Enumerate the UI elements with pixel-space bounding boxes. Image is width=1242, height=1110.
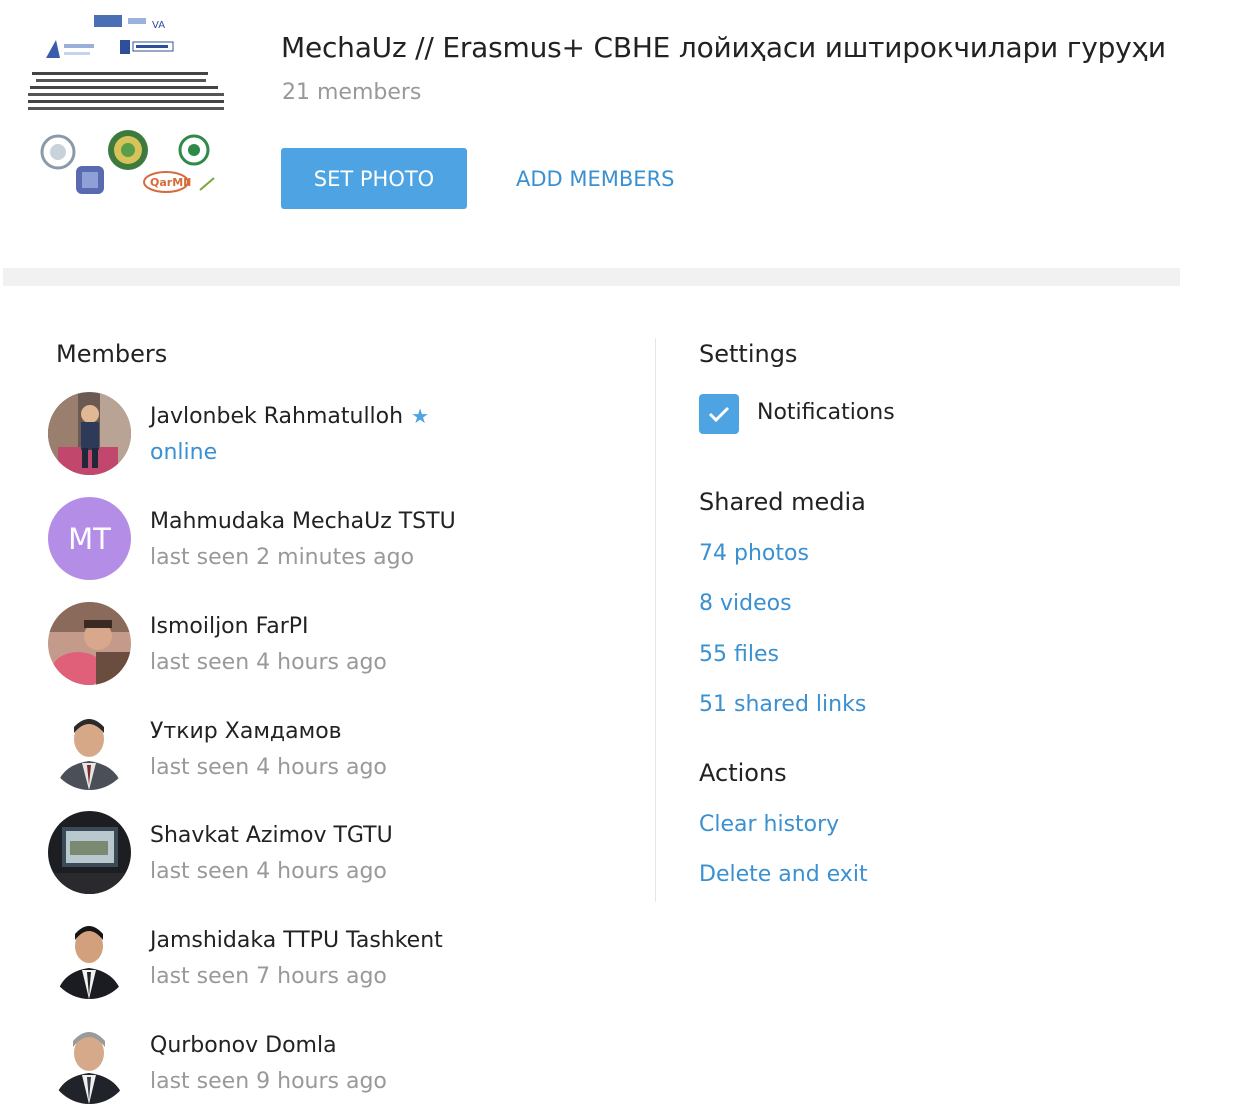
- member-status: online: [150, 440, 218, 465]
- member-item[interactable]: MT Mahmudaka MechaUz TSTU last seen 2 mi…: [48, 497, 608, 581]
- svg-text:QarMII: QarMII: [150, 176, 191, 189]
- member-name: Jamshidaka TTPU Tashkent: [150, 928, 443, 953]
- member-item[interactable]: Shavkat Azimov TGTU last seen 4 hours ag…: [48, 811, 608, 895]
- add-members-button[interactable]: ADD MEMBERS: [516, 148, 674, 209]
- clear-history-link[interactable]: Clear history: [699, 812, 839, 837]
- column-separator: [655, 338, 656, 902]
- svg-text:VA: VA: [152, 20, 165, 31]
- member-item[interactable]: Ismoiljon FarPI last seen 4 hours ago: [48, 602, 608, 686]
- member-item[interactable]: Qurbonov Domla last seen 9 hours ago: [48, 1021, 608, 1105]
- shared-media-title: Shared media: [699, 488, 866, 516]
- avatar: MT: [48, 497, 131, 580]
- shared-files-link[interactable]: 55 files: [699, 642, 779, 667]
- notifications-label[interactable]: Notifications: [757, 400, 895, 425]
- member-name: Ismoiljon FarPI: [150, 614, 309, 639]
- star-icon: ★: [411, 404, 430, 428]
- member-name: Mahmudaka MechaUz TSTU: [150, 509, 456, 534]
- members-count: 21 members: [282, 80, 422, 105]
- settings-title: Settings: [699, 340, 798, 368]
- avatar: [48, 602, 131, 685]
- delete-and-exit-link[interactable]: Delete and exit: [699, 862, 868, 887]
- shared-links-link[interactable]: 51 shared links: [699, 692, 866, 717]
- group-photo[interactable]: VA QarMII: [24, 10, 232, 210]
- checkmark-icon: [708, 406, 730, 423]
- avatar: [48, 1021, 131, 1104]
- member-name: Javlonbek Rahmatulloh ★: [150, 404, 430, 429]
- member-status: last seen 4 hours ago: [150, 755, 387, 780]
- group-header: VA QarMII MechaUz // Erasmus+ CBHE лойиҳ…: [0, 0, 1242, 268]
- member-status: last seen 7 hours ago: [150, 964, 387, 989]
- shared-photos-link[interactable]: 74 photos: [699, 541, 809, 566]
- avatar: [48, 916, 131, 999]
- members-title: Members: [56, 340, 168, 368]
- set-photo-button[interactable]: SET PHOTO: [281, 148, 467, 209]
- avatar: [48, 811, 131, 894]
- member-name: Уткир Хамдамов: [150, 719, 342, 744]
- member-name: Shavkat Azimov TGTU: [150, 823, 393, 848]
- notifications-checkbox[interactable]: [699, 394, 739, 434]
- member-status: last seen 4 hours ago: [150, 650, 387, 675]
- member-item[interactable]: Jamshidaka TTPU Tashkent last seen 7 hou…: [48, 916, 608, 1000]
- member-item[interactable]: Javlonbek Rahmatulloh ★ online: [48, 392, 608, 476]
- member-status: last seen 4 hours ago: [150, 859, 387, 884]
- member-status: last seen 2 minutes ago: [150, 545, 415, 570]
- avatar: [48, 707, 131, 790]
- section-divider: [3, 268, 1180, 286]
- shared-videos-link[interactable]: 8 videos: [699, 591, 792, 616]
- member-item[interactable]: Уткир Хамдамов last seen 4 hours ago: [48, 707, 608, 791]
- avatar: [48, 392, 131, 475]
- group-logo-collage-icon: VA QarMII: [24, 10, 232, 210]
- member-name: Qurbonov Domla: [150, 1033, 337, 1058]
- group-title: MechaUz // Erasmus+ CBHE лойиҳаси иштиро…: [281, 31, 1166, 64]
- actions-title: Actions: [699, 759, 787, 787]
- member-status: last seen 9 hours ago: [150, 1069, 387, 1094]
